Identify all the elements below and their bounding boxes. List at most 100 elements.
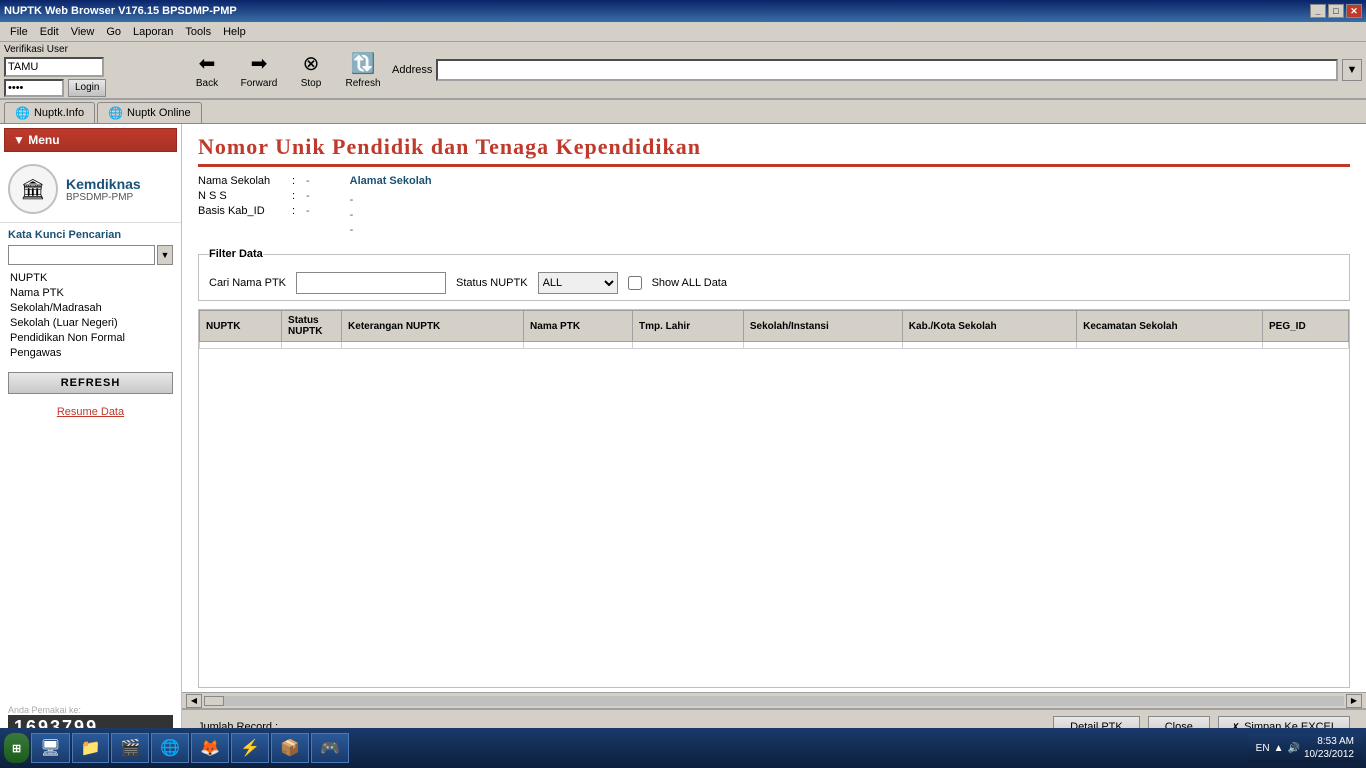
menu-laporan[interactable]: Laporan	[127, 24, 179, 40]
tray-icon-2: 🔊	[1287, 743, 1299, 754]
taskbar-item-5[interactable]: 🦊	[191, 733, 229, 763]
taskbar-item-3[interactable]: 🎬	[111, 733, 149, 763]
school-info-right: Alamat Sekolah - - -	[350, 175, 432, 236]
cari-input[interactable]	[296, 272, 446, 294]
menu-view[interactable]: View	[65, 24, 101, 40]
filter-section: Filter Data Cari Nama PTK Status NUPTK A…	[198, 248, 1350, 301]
user-row	[4, 57, 174, 77]
status-select[interactable]: ALL Aktif Non Aktif	[538, 272, 618, 294]
alamat-row1: -	[350, 194, 432, 206]
search-item-nuptk[interactable]: NUPTK	[8, 271, 173, 285]
search-list: NUPTK Nama PTK Sekolah/Madrasah Sekolah …	[0, 267, 181, 364]
taskbar-icon-8: 🎮	[320, 738, 340, 758]
alamat-value1: -	[350, 194, 354, 206]
login-button[interactable]: Login	[68, 79, 106, 97]
close-button[interactable]: ✕	[1346, 4, 1362, 18]
forward-icon: ➡	[251, 51, 268, 76]
search-dropdown[interactable]: ▼	[157, 245, 173, 265]
content-area: Nomor Unik Pendidik dan Tenaga Kependidi…	[182, 124, 1366, 744]
info-nama-sekolah: Nama Sekolah : -	[198, 175, 310, 187]
taskbar-item-1[interactable]: 🖥	[31, 733, 69, 763]
lang-indicator: EN	[1256, 743, 1270, 754]
taskbar-icon-7: 📦	[280, 738, 300, 758]
red-divider	[198, 164, 1350, 167]
taskbar-icon-4: 🌐	[160, 738, 180, 758]
taskbar-icon-2: 📁	[81, 738, 101, 758]
address-bar: Address ▼	[392, 59, 1362, 81]
back-button[interactable]: ⬅ Back	[182, 44, 232, 96]
taskbar-icon-1: 🖥	[40, 738, 60, 758]
status-label: Status NUPTK	[456, 277, 528, 289]
taskbar-item-2[interactable]: 📁	[72, 733, 110, 763]
horizontal-scrollbar[interactable]: ◀ ▶	[182, 692, 1366, 708]
resume-data-link[interactable]: Resume Data	[0, 402, 181, 422]
search-input[interactable]	[8, 245, 155, 265]
sidebar: ▼ Menu 🏛 Kemdiknas BPSDMP-PMP Kata Kunci…	[0, 124, 182, 744]
menu-edit[interactable]: Edit	[34, 24, 65, 40]
address-input[interactable]	[436, 59, 1338, 81]
address-dropdown[interactable]: ▼	[1342, 59, 1362, 81]
alamat-value2: -	[350, 209, 354, 221]
search-item-nama-ptk[interactable]: Nama PTK	[8, 286, 173, 300]
filter-legend: Filter Data	[209, 248, 263, 260]
info-basis-kab: Basis Kab_ID : -	[198, 205, 310, 217]
taskbar-item-6[interactable]: ⚡	[231, 733, 269, 763]
clock-time: 8:53 AM	[1304, 735, 1354, 748]
basis-kab-value: -	[306, 205, 310, 217]
nss-label: N S S	[198, 190, 288, 202]
taskbar-item-7[interactable]: 📦	[271, 733, 309, 763]
search-row: ▼	[0, 243, 181, 267]
maximize-button[interactable]: □	[1328, 4, 1344, 18]
col-nuptk: NUPTK	[200, 311, 282, 342]
search-item-pengawas[interactable]: Pengawas	[8, 346, 173, 360]
nuptk-info-icon: 🌐	[15, 106, 30, 120]
search-item-pendidikan-non-formal[interactable]: Pendidikan Non Formal	[8, 331, 173, 345]
scroll-right-btn[interactable]: ▶	[1346, 694, 1362, 708]
school-info-left: Nama Sekolah : - N S S : - Basis Kab_ID …	[198, 175, 310, 236]
window-title: NUPTK Web Browser V176.15 BPSDMP-PMP	[4, 5, 237, 17]
data-table: NUPTK Status NUPTK Keterangan NUPTK Nama…	[199, 310, 1349, 349]
info-nss: N S S : -	[198, 190, 310, 202]
menu-help[interactable]: Help	[217, 24, 252, 40]
password-input[interactable]	[4, 79, 64, 97]
minimize-button[interactable]: _	[1310, 4, 1326, 18]
alamat-header: Alamat Sekolah	[350, 175, 432, 187]
menu-button[interactable]: ▼ Menu	[4, 128, 177, 152]
tab-nuptk-online[interactable]: 🌐 Nuptk Online	[97, 102, 202, 123]
refresh-icon: 🔃	[351, 51, 376, 76]
taskbar-item-4[interactable]: 🌐	[151, 733, 189, 763]
scroll-thumb[interactable]	[204, 696, 224, 706]
user-id-label: Anda Pemakai ke:	[8, 705, 173, 715]
nuptk-online-icon: 🌐	[108, 106, 123, 120]
filter-row: Cari Nama PTK Status NUPTK ALL Aktif Non…	[209, 272, 1339, 294]
nss-value: -	[306, 190, 310, 202]
clock: 8:53 AM 10/23/2012	[1304, 735, 1354, 761]
tray-icon-1: ▲	[1274, 743, 1284, 754]
data-table-container[interactable]: NUPTK Status NUPTK Keterangan NUPTK Nama…	[198, 309, 1350, 688]
page-title: Nomor Unik Pendidik dan Tenaga Kependidi…	[182, 124, 1366, 164]
stop-icon: ⊗	[303, 51, 320, 76]
menu-tools[interactable]: Tools	[179, 24, 217, 40]
colon2: :	[292, 190, 302, 202]
stop-button[interactable]: ⊗ Stop	[286, 44, 336, 96]
sidebar-refresh-button[interactable]: REFRESH	[8, 372, 173, 394]
start-button[interactable]: ⊞	[4, 733, 29, 763]
back-label: Back	[196, 78, 218, 89]
menu-go[interactable]: Go	[100, 24, 127, 40]
scroll-left-btn[interactable]: ◀	[186, 694, 202, 708]
taskbar-item-8[interactable]: 🎮	[311, 733, 349, 763]
col-kecamatan: Kecamatan Sekolah	[1077, 311, 1263, 342]
refresh-button[interactable]: 🔃 Refresh	[338, 44, 388, 96]
show-all-label: Show ALL Data	[652, 277, 727, 289]
scroll-track[interactable]	[204, 696, 1344, 706]
forward-button[interactable]: ➡ Forward	[234, 44, 284, 96]
menu-file[interactable]: File	[4, 24, 34, 40]
school-info: Nama Sekolah : - N S S : - Basis Kab_ID …	[182, 175, 1366, 244]
search-item-sekolah-luar-negeri[interactable]: Sekolah (Luar Negeri)	[8, 316, 173, 330]
username-input[interactable]	[4, 57, 104, 77]
tab-nuptk-info[interactable]: 🌐 Nuptk.Info	[4, 102, 95, 123]
search-item-sekolah-madrasah[interactable]: Sekolah/Madrasah	[8, 301, 173, 315]
show-all-checkbox[interactable]	[628, 276, 642, 290]
search-label: Kata Kunci Pencarian	[0, 223, 181, 243]
back-icon: ⬅	[199, 51, 216, 76]
